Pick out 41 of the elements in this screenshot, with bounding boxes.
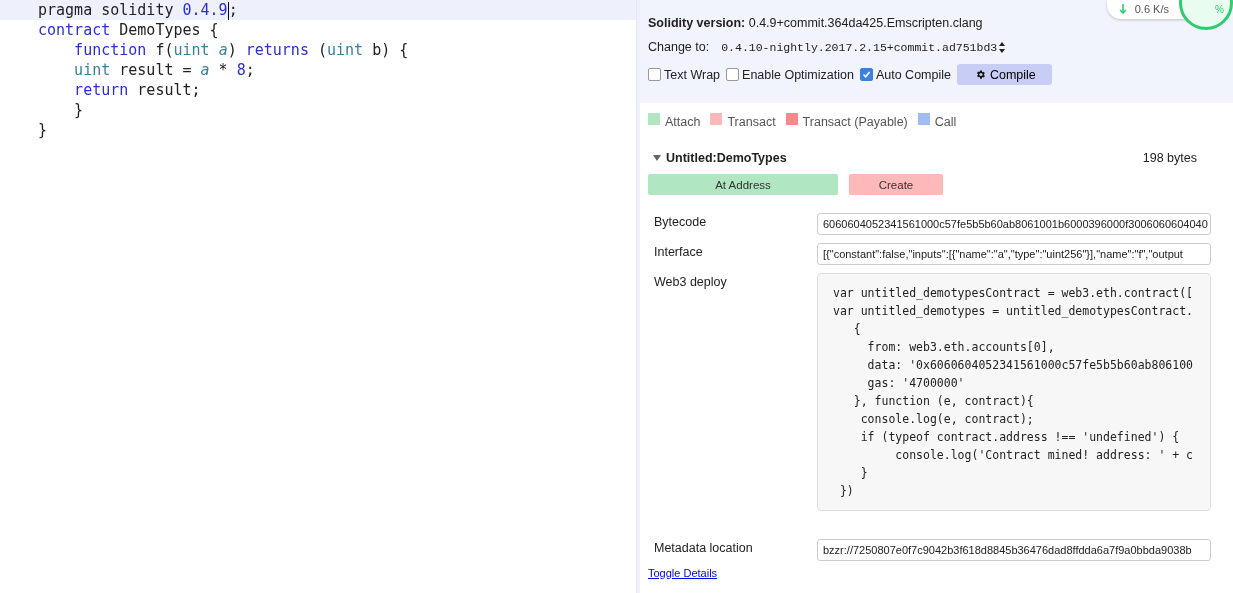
option-label: Enable Optimization	[742, 67, 854, 82]
code-line: }	[73, 100, 84, 120]
code-line: contract DemoTypes {	[38, 20, 219, 40]
create-button[interactable]: Create	[849, 174, 943, 195]
detail-label: Metadata location	[653, 540, 754, 557]
detail-label: Interface	[653, 244, 704, 261]
legend-label: Call	[934, 115, 957, 129]
contract-name: Untitled:DemoTypes	[666, 151, 787, 165]
code-block: var untitled_demotypesContract = web3.eth.contract([ var untitled_demotypes = untitled_demotypesContract. { from: web3.eth.accounts[0], data: '0x6060604052341561000c57fe5b5b60ab806100 gas: '4700000' }, function (e, contract){ console.log(e, contract); if (typeof contract.address !== 'undefined') { console.log('Contract mined! address: ' + c } })	[817, 273, 1211, 511]
detail-label: Web3 deploy	[653, 274, 728, 291]
code-line: pragma solidity 0.4.9;	[38, 0, 238, 20]
version-select[interactable]: 0.4.10-nightly.2017.2.15+commit.ad751bd3	[721, 40, 1006, 54]
toggle-details-link[interactable]: Toggle Details	[648, 567, 718, 579]
checkbox[interactable]	[648, 68, 661, 81]
contract-size: 198 bytes	[1142, 151, 1197, 165]
code-line: }	[38, 120, 48, 140]
value-field[interactable]: [{"constant":false,"inputs":[{"name":"a","type":"uint256"}],"name":"f","output	[817, 243, 1211, 265]
at-address-button[interactable]: At Address	[648, 174, 838, 195]
code-line: uint result = a * 8;	[73, 60, 255, 80]
check-icon	[861, 70, 871, 79]
value-field[interactable]: bzzr://7250807e0f7c9042b3f618d8845b36476dad8ffdda6a7f9a0bbda9038b	[817, 539, 1211, 561]
value-field[interactable]: 6060604052341561000c57fe5b5b60ab8061001b6000396000f3006060604040	[817, 213, 1211, 235]
speed-text: 0.6 K/s	[1134, 3, 1169, 15]
code-line: return result;	[73, 80, 201, 100]
version-text: Solidity version: 0.4.9+commit.364da425.Emscripten.clang	[648, 16, 983, 30]
updown-icon	[999, 41, 1006, 53]
option-label: Auto Compile	[875, 67, 951, 82]
legend-label: Transact (Payable)	[802, 115, 908, 129]
compile-button[interactable]: Compile	[956, 64, 1052, 85]
code-line: function f(uint a) returns (uint b) {	[73, 40, 409, 60]
down-arrow-icon	[1118, 4, 1127, 14]
detail-label: Bytecode	[653, 214, 708, 231]
legend-label: Transact	[727, 115, 776, 129]
checkbox[interactable]	[726, 68, 740, 81]
gear-icon	[974, 69, 986, 80]
option-label: Text Wrap	[664, 67, 721, 82]
triangle-icon[interactable]	[653, 154, 661, 162]
code-editor[interactable]: pragma solidity 0.4.9; contract DemoTypes { function f(uint a) returns (uint b) { uint result = a * 8; return result; } }	[0, 0, 637, 593]
legend-label: Attach	[665, 115, 701, 129]
change-label: Change to:	[648, 40, 710, 54]
checkbox[interactable]	[859, 68, 873, 81]
